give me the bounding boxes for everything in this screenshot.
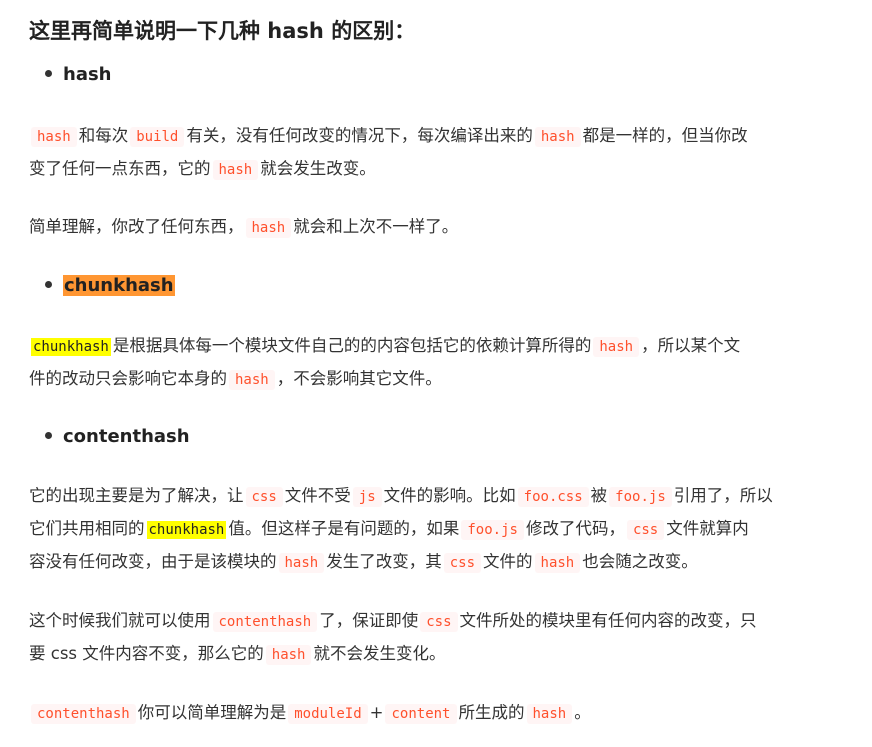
text-run: 文件的影响。比如 (383, 486, 516, 505)
text-run: 就不会发生变化。 (313, 644, 446, 663)
text-run: 你可以简单理解为是 (137, 703, 287, 722)
paragraph-contenthash-usage: 这个时候我们就可以使用 contenthash 了，保证即使 css 文件所处的模块里有… (29, 605, 845, 671)
paragraph-contenthash-summary: contenthash 你可以简单理解为是 moduleId + content 所生成的… (29, 697, 845, 730)
inline-code: hash (245, 218, 292, 238)
bullet-item: chunkhash (45, 272, 175, 300)
text-run: 它的出现主要是为了解决，让 (29, 486, 244, 505)
text-run: 它们共用相同的 (29, 519, 145, 538)
inline-code: hash (265, 645, 312, 665)
bullet-item: hash (45, 61, 112, 89)
highlighted-term: chunkhash (146, 521, 227, 539)
inline-code: hash (534, 553, 581, 573)
text-run: 都是一样的，但当你改 (582, 126, 748, 145)
bullet-label-highlighted: chunkhash (63, 275, 175, 296)
text-run: 发生了改变，其 (326, 552, 442, 571)
inline-code: hash (526, 704, 573, 724)
text-run: 就会和上次不一样了。 (293, 217, 459, 236)
inline-code: hash (593, 337, 640, 357)
text-run: 修改了代码， (525, 519, 625, 538)
text-run: 就会发生改变。 (260, 159, 376, 178)
text-run: 了，保证即使 (319, 611, 419, 630)
text-run: ，不会影响其它文件。 (276, 369, 442, 388)
paragraph-hash-definition: hash 和每次 build 有关，没有任何改变的情况下，每次编译出来的 hash 都是一… (29, 120, 845, 186)
text-run: 也会随之改变。 (582, 552, 698, 571)
article-content: 这里再简单说明一下几种 hash 的区别： hash hash 和每次 build 有… (0, 0, 872, 747)
inline-code: css (626, 520, 665, 540)
highlighted-term: chunkhash (31, 338, 111, 356)
text-run: 所生成的 (458, 703, 525, 722)
inline-code: css (443, 553, 482, 573)
text-run: 要 css 文件内容不变，那么它的 (29, 644, 264, 663)
text-run: 文件不受 (284, 486, 351, 505)
text-run: 值。但这样子是有问题的，如果 (228, 519, 460, 538)
text-run: 文件所处的模块里有任何内容的改变，只 (459, 611, 757, 630)
inline-code: content (385, 704, 457, 724)
bullet-dot-icon (45, 70, 52, 77)
bullet-hash: hash (45, 61, 112, 89)
inline-code: foo.css (517, 487, 589, 507)
text-run: + (369, 703, 384, 722)
bullet-chunkhash: chunkhash (45, 272, 175, 300)
text-run: 引用了，所以 (673, 486, 773, 505)
text-run: 被 (590, 486, 608, 505)
text-run: 。 (574, 703, 591, 722)
text-run: 和每次 (78, 126, 129, 145)
inline-code: hash (534, 127, 581, 147)
inline-code: contenthash (31, 704, 136, 724)
inline-code: contenthash (212, 612, 318, 632)
inline-code: hash (212, 160, 259, 180)
paragraph-chunkhash-definition: chunkhash 是根据具体每一个模块文件自己的的内容包括它的依赖计算所得的 ha… (29, 330, 845, 396)
inline-code: css (420, 612, 458, 632)
bullet-item: contenthash (45, 423, 190, 451)
bullet-label: hash (63, 64, 112, 85)
inline-code: foo.js (609, 487, 672, 507)
text-run: 变了任何一点东西，它的 (29, 159, 211, 178)
inline-code: moduleId (288, 704, 368, 724)
text-run: 容没有任何改变，由于是该模块的 (29, 552, 277, 571)
inline-code: js (352, 487, 382, 507)
text-run: 文件就算内 (666, 519, 749, 538)
bullet-dot-icon (45, 432, 52, 439)
paragraph-hash-summary: 简单理解，你改了任何东西， hash 就会和上次不一样了。 (29, 211, 845, 244)
inline-code: css (245, 487, 283, 507)
text-run: 有关，没有任何改变的情况下，每次编译出来的 (186, 126, 533, 145)
text-run: 是根据具体每一个模块文件自己的的内容包括它的依赖计算所得的 (112, 336, 592, 355)
section-heading: 这里再简单说明一下几种 hash 的区别： (29, 19, 416, 43)
inline-code: hash (278, 553, 325, 573)
inline-code: hash (229, 370, 275, 390)
inline-code: hash (31, 127, 77, 147)
text-run: 文件的 (483, 552, 533, 571)
bullet-dot-icon (45, 281, 52, 288)
bullet-label: contenthash (63, 426, 190, 447)
text-run: 件的改动只会影响它本身的 (29, 369, 227, 388)
text-run: 这个时候我们就可以使用 (29, 611, 211, 630)
text-run: ，所以某个文 (641, 336, 741, 355)
bullet-contenthash: contenthash (45, 423, 190, 451)
paragraph-contenthash-reason: 它的出现主要是为了解决，让 css 文件不受 js 文件的影响。比如 foo.css 被 fo… (29, 480, 845, 579)
inline-code: foo.js (461, 520, 524, 540)
text-run: 简单理解，你改了任何东西， (29, 217, 244, 236)
inline-code: build (130, 127, 185, 147)
